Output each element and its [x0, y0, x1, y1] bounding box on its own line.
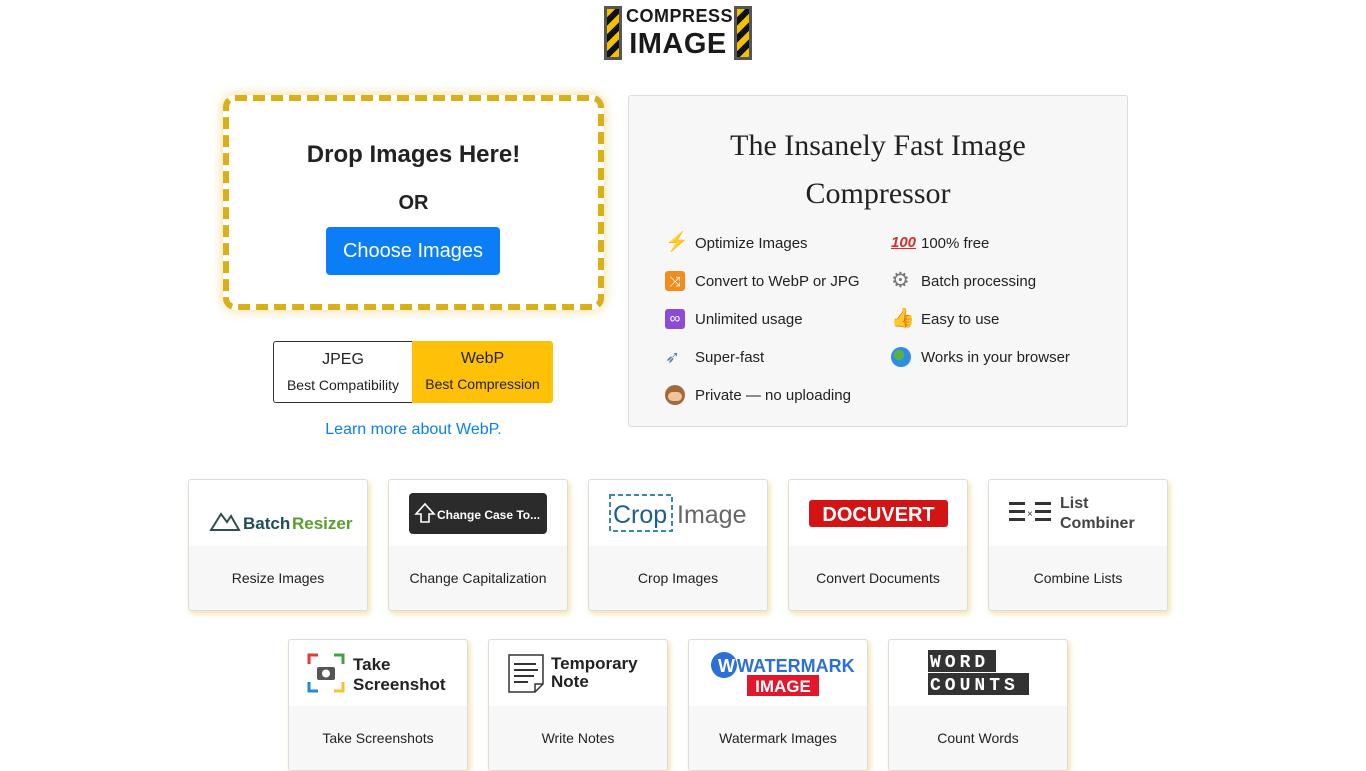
feature-text: Works in your browser: [921, 349, 1070, 366]
take-screenshot-logo-icon: Take Screenshot: [307, 653, 446, 694]
change-case-logo-icon: Change Case To...: [409, 493, 547, 534]
drop-zone-or: OR: [398, 192, 429, 214]
tool-card-label: Count Words: [937, 730, 1019, 746]
feature-text: Easy to use: [921, 311, 1000, 328]
feature-text: 100% free: [921, 235, 990, 252]
tool-card-batch-resizer[interactable]: Batch Resizer Resize Images: [188, 479, 368, 611]
logo-right-stripe: [734, 6, 752, 60]
tool-logo-text: Resizer: [292, 514, 353, 533]
batch-resizer-logo-icon: Batch Resizer: [209, 512, 353, 533]
feature-text: Private — no uploading: [695, 387, 851, 404]
tool-logo-text: List: [1060, 495, 1089, 512]
tool-card-take-screenshot[interactable]: Take Screenshot Take Screenshots: [288, 639, 468, 771]
image-drop-zone[interactable]: Drop Images Here! OR Choose Images: [223, 95, 604, 310]
tool-logo-text: Change Case To...: [437, 508, 540, 522]
features-title: The Insanely Fast Image Compressor: [629, 122, 1127, 218]
tool-logo-text: IMAGE: [755, 677, 811, 696]
temporary-note-logo-icon: Temporary Note: [508, 654, 638, 693]
tool-card-logo: Temporary Note: [489, 640, 667, 706]
tool-card-watermark-image[interactable]: W WATERMARK IMAGE Watermark Images: [688, 639, 868, 771]
tool-card-logo: Change Case To...: [389, 480, 567, 546]
tool-card-label: Convert Documents: [816, 570, 940, 586]
see-no-evil-monkey-icon: [665, 385, 685, 405]
tool-logo-text: COUNTS: [930, 676, 1019, 696]
drop-zone-title: Drop Images Here!: [306, 141, 521, 168]
list-combiner-logo-icon: × List Combiner: [1009, 495, 1135, 532]
features-panel: The Insanely Fast Image Compressor ⚡ Opt…: [628, 95, 1128, 427]
format-webp-option[interactable]: WebP Best Compression: [412, 341, 553, 403]
tool-logo-text: Image: [677, 501, 746, 529]
logo-left-stripe: [604, 6, 622, 60]
hundred-points-icon: 100: [891, 234, 917, 251]
tool-logo-text: Crop: [613, 501, 667, 529]
tool-card-label: Watermark Images: [719, 730, 837, 746]
tool-card-label: Change Capitalization: [409, 570, 547, 586]
tool-logo-text: WORD: [930, 653, 989, 673]
format-jpeg-option[interactable]: JPEG Best Compatibility: [273, 341, 412, 403]
tool-logo-text: WATERMARK: [737, 656, 855, 676]
tool-card-docuvert[interactable]: DOCUVERT Convert Documents: [788, 479, 968, 611]
format-webp-desc: Best Compression: [425, 376, 540, 392]
tool-card-crop-image[interactable]: Crop Image Crop Images: [588, 479, 768, 611]
feature-text: Super-fast: [695, 349, 765, 366]
docuvert-logo-icon: DOCUVERT: [809, 500, 948, 527]
site-logo[interactable]: COMPRESS IMAGE: [604, 6, 752, 60]
logo-text-compress: COMPRESS: [626, 6, 734, 26]
watermark-image-logo-icon: W WATERMARK IMAGE: [711, 652, 855, 696]
learn-more-webp-link[interactable]: Learn more about WebP.: [223, 421, 604, 439]
infinity-icon: ∞: [665, 309, 685, 329]
tool-card-logo: WORD COUNTS: [889, 640, 1067, 706]
lightning-icon: ⚡: [665, 232, 689, 253]
gear-icon: ⚙: [891, 269, 910, 292]
feature-text: Unlimited usage: [695, 311, 803, 328]
thumbs-up-icon: 👍: [891, 308, 915, 329]
crop-image-logo-icon: Crop Image: [609, 494, 746, 532]
tool-card-label: Take Screenshots: [322, 730, 434, 746]
rocket-icon: ➶: [665, 347, 681, 367]
tool-card-label: Write Notes: [541, 730, 615, 746]
tool-logo-text: Temporary: [551, 654, 638, 673]
globe-icon: [891, 347, 911, 367]
tool-card-temporary-note[interactable]: Temporary Note Write Notes: [488, 639, 668, 771]
tool-card-logo: × List Combiner: [989, 480, 1167, 546]
feature-text: Batch processing: [921, 273, 1037, 290]
features-title-line1: The Insanely Fast Image: [730, 129, 1026, 162]
features-title-line2: Compressor: [805, 177, 951, 210]
format-jpeg-name: JPEG: [322, 351, 364, 368]
svg-text:×: ×: [1027, 509, 1033, 520]
tool-card-label: Crop Images: [637, 570, 719, 586]
tool-card-list-combiner[interactable]: × List Combiner Combine Lists: [988, 479, 1168, 611]
tool-card-label: Combine Lists: [1033, 570, 1123, 586]
word-counts-logo-icon: WORD COUNTS: [928, 650, 1029, 696]
shuffle-icon: ⤨: [665, 271, 685, 291]
tool-logo-text: Take: [353, 655, 391, 674]
tool-logo-text: Screenshot: [353, 675, 446, 694]
feature-text: Convert to WebP or JPG: [695, 273, 860, 290]
tool-card-logo: W WATERMARK IMAGE: [689, 640, 867, 706]
tool-card-word-counts[interactable]: WORD COUNTS Count Words: [888, 639, 1068, 771]
tool-card-label: Resize Images: [231, 570, 325, 586]
feature-text: Optimize Images: [695, 235, 808, 252]
tool-card-change-case[interactable]: Change Case To... Change Capitalization: [388, 479, 568, 611]
tool-logo-text: Note: [551, 672, 589, 691]
logo-text-image: IMAGE: [629, 28, 727, 60]
svg-text:W: W: [718, 656, 735, 676]
choose-images-button[interactable]: Choose Images: [326, 227, 500, 275]
tool-logo-text: DOCUVERT: [822, 504, 934, 526]
format-jpeg-desc: Best Compatibility: [286, 377, 400, 393]
tool-card-logo: Batch Resizer: [189, 480, 367, 546]
tool-card-logo: Take Screenshot: [289, 640, 467, 706]
tool-card-logo: DOCUVERT: [789, 480, 967, 546]
format-webp-name: WebP: [460, 350, 505, 367]
tool-logo-text: Combiner: [1060, 515, 1135, 532]
tool-card-logo: Crop Image: [589, 480, 767, 546]
tool-logo-text: Batch: [243, 514, 290, 533]
